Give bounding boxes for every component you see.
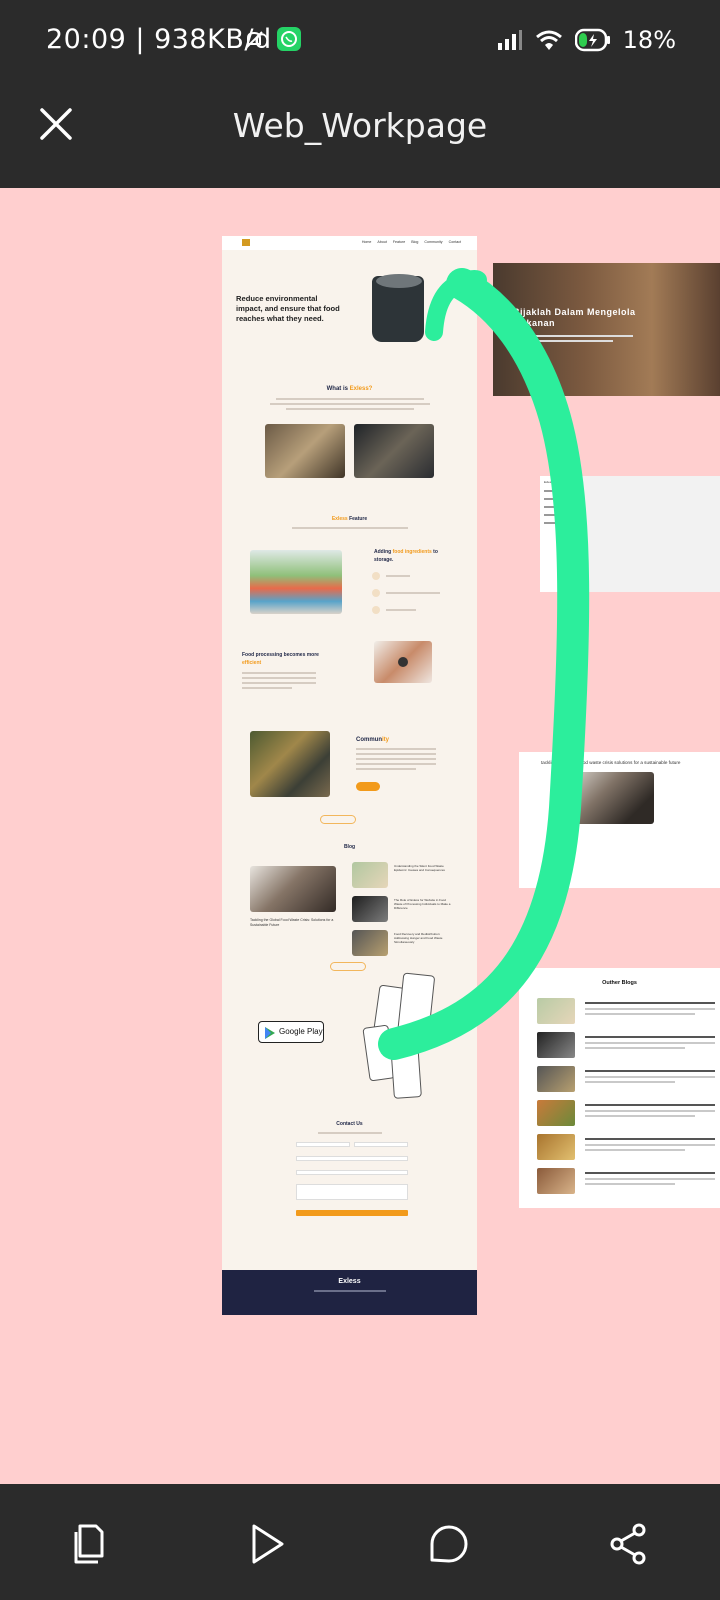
battery-charging-icon <box>574 28 610 52</box>
status-time: 20:09 | 938KB/d <box>46 24 272 55</box>
screen: 20:09 | 938KB/d 18% Web_Workpage Home Ab… <box>0 0 720 1600</box>
wifi-icon <box>535 30 562 50</box>
app-header: Web_Workpage <box>0 80 720 188</box>
status-bar: 20:09 | 938KB/d 18% <box>0 0 720 80</box>
document-title: Web_Workpage <box>232 106 488 145</box>
status-right: 18% <box>497 26 676 54</box>
battery-percent: 18% <box>622 26 676 54</box>
comment-icon[interactable] <box>424 1520 472 1568</box>
bottom-toolbar <box>0 1484 720 1600</box>
signal-icon <box>497 30 522 50</box>
share-icon[interactable] <box>605 1520 653 1568</box>
annotation-stroke <box>378 268 590 1060</box>
whatsapp-icon <box>277 27 301 51</box>
design-canvas[interactable]: Home About Feature Blog Community Contac… <box>0 188 720 1484</box>
play-icon[interactable] <box>242 1520 290 1568</box>
mute-bell-icon <box>245 31 263 49</box>
copy-icon[interactable] <box>66 1520 114 1568</box>
